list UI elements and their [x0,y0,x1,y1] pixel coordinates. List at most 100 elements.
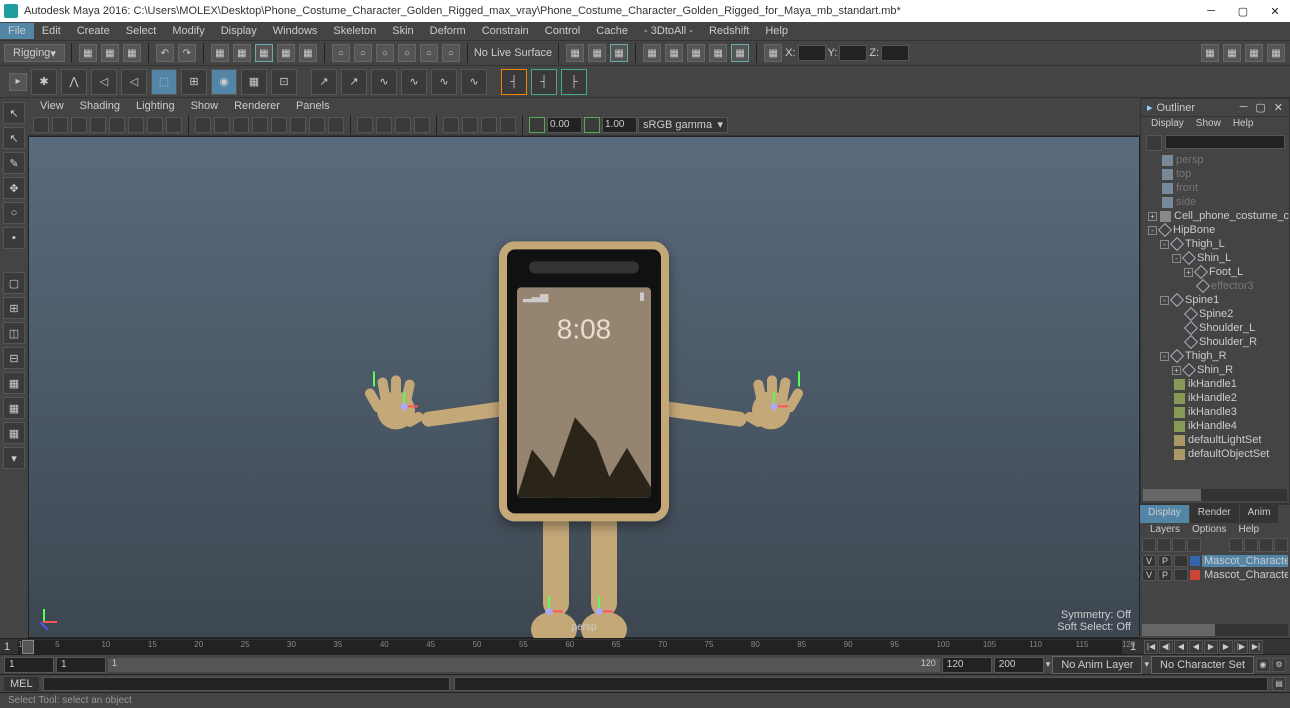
vp-tool-6[interactable] [128,117,144,133]
outliner-item[interactable]: ikHandle2 [1141,391,1289,405]
vp-iso-1[interactable] [443,117,459,133]
shelf-btn-7[interactable]: ◉ [211,69,237,95]
xform-display-button[interactable]: ▦ [764,44,782,62]
vp-tool-1[interactable] [33,117,49,133]
x-input[interactable] [798,45,826,61]
outliner-item[interactable]: front [1141,181,1289,195]
select-tool[interactable]: ↖ [3,102,25,124]
vp-tool-8[interactable] [166,117,182,133]
step-forward-key-button[interactable]: |▶ [1234,640,1248,654]
shelf-btn-3[interactable]: ◁ [91,69,117,95]
layout-two-stack[interactable]: ⊟ [3,347,25,369]
menu-redshift[interactable]: Redshift [701,23,757,39]
outliner-filter-button[interactable] [1146,135,1162,151]
viewport-persp[interactable]: ▂▃▅▮ 8:08 [28,136,1140,638]
menu-deform[interactable]: Deform [422,23,474,39]
time-slider[interactable]: 1 15101520253035404550556065707580859095… [0,638,1290,654]
outliner-minimize[interactable]: ─ [1240,101,1248,114]
construct-history-button-2[interactable]: ▦ [588,44,606,62]
gizmo-foot-l[interactable] [534,596,564,626]
shelf-btn-15[interactable]: ∿ [461,69,487,95]
select-mode-button[interactable]: ▦ [211,44,229,62]
outliner-item[interactable]: -Thigh_R [1141,349,1289,363]
vp-colorspace-dropdown[interactable]: sRGB gamma▾ [638,117,728,133]
snap-button-4[interactable]: ○ [398,44,416,62]
vp-light-4[interactable] [414,117,430,133]
layout-two-side[interactable]: ◫ [3,322,25,344]
shelf-btn-14[interactable]: ∿ [431,69,457,95]
channel-menu-layers[interactable]: Layers [1144,523,1186,538]
outliner-item[interactable]: ikHandle3 [1141,405,1289,419]
outliner-item[interactable]: -Thigh_L [1141,237,1289,251]
vp-shade-8[interactable] [328,117,344,133]
outliner-hscroll[interactable] [1143,489,1287,501]
snap-button-5[interactable]: ○ [420,44,438,62]
prefs-button[interactable]: ⚙ [1272,658,1286,672]
layer-vis-toggle[interactable]: V [1142,569,1156,581]
new-scene-button[interactable]: ▦ [79,44,97,62]
range-out-input[interactable] [942,657,992,673]
outliner-item[interactable]: side [1141,195,1289,209]
outliner-item[interactable]: persp [1141,153,1289,167]
panel-toggle-4[interactable]: ▦ [1267,44,1285,62]
shelf-btn-8[interactable]: ▦ [241,69,267,95]
vp-shade-7[interactable] [309,117,325,133]
redo-button[interactable]: ↷ [178,44,196,62]
shelf-btn-11[interactable]: ↗ [341,69,367,95]
shelf-btn-12[interactable]: ∿ [371,69,397,95]
outliner-item[interactable]: Shoulder_R [1141,335,1289,349]
scale-tool[interactable]: ▪ [3,227,25,249]
outliner-item[interactable]: Spine2 [1141,307,1289,321]
select-mode-button-3[interactable]: ▦ [255,44,273,62]
command-input[interactable] [43,677,451,691]
vp-light-3[interactable] [395,117,411,133]
layer-play-toggle[interactable]: P [1158,569,1172,581]
vp-iso-2[interactable] [462,117,478,133]
outliner-item[interactable]: -Spine1 [1141,293,1289,307]
construct-history-button-3[interactable]: ▦ [610,44,628,62]
vp-menu-panels[interactable]: Panels [288,99,338,113]
outliner-menu-help[interactable]: Help [1227,117,1260,133]
outliner-item[interactable]: +Shin_R [1141,363,1289,377]
goto-start-button[interactable]: |◀ [1144,640,1158,654]
snap-button-2[interactable]: ○ [354,44,372,62]
vp-shade-3[interactable] [233,117,249,133]
goto-end-button[interactable]: ▶| [1249,640,1263,654]
render-button-5[interactable]: ▦ [731,44,749,62]
layer-tool-1[interactable] [1142,538,1156,552]
shelf-btn-2[interactable]: ⋀ [61,69,87,95]
move-tool[interactable]: ✥ [3,177,25,199]
shelf-btn-1[interactable]: ✱ [31,69,57,95]
layer-tool-5[interactable] [1229,538,1243,552]
range-end-input[interactable] [994,657,1044,673]
script-lang-dropdown[interactable]: MEL [4,677,39,691]
layout-three[interactable]: ▦ [3,372,25,394]
layer-tool-7[interactable] [1259,538,1273,552]
paint-tool[interactable]: ✎ [3,152,25,174]
menu-select[interactable]: Select [118,23,165,39]
workspace-dropdown[interactable]: Rigging▾ [4,44,65,62]
vp-tool-5[interactable] [109,117,125,133]
menu-modify[interactable]: Modify [164,23,212,39]
step-back-button[interactable]: ◀ [1174,640,1188,654]
menu-create[interactable]: Create [69,23,118,39]
vp-exposure-input[interactable] [547,117,582,133]
render-button-3[interactable]: ▦ [687,44,705,62]
step-back-key-button[interactable]: ◀| [1159,640,1173,654]
shelf-btn-9[interactable]: ⊡ [271,69,297,95]
menu-cache[interactable]: Cache [588,23,636,39]
play-forward-button[interactable]: ▶ [1204,640,1218,654]
shelf-tab-button[interactable]: ▸ [9,73,27,91]
render-button-1[interactable]: ▦ [643,44,661,62]
outliner-menu-show[interactable]: Show [1190,117,1227,133]
step-forward-button[interactable]: ▶ [1219,640,1233,654]
rotate-tool[interactable]: ○ [3,202,25,224]
vp-menu-view[interactable]: View [32,99,72,113]
menu-skin[interactable]: Skin [384,23,421,39]
select-mode-button-2[interactable]: ▦ [233,44,251,62]
render-button-4[interactable]: ▦ [709,44,727,62]
range-track[interactable]: 1120 [108,658,940,672]
outliner-item[interactable]: +Foot_L [1141,265,1289,279]
channel-tab-display[interactable]: Display [1140,505,1190,523]
layout-custom-1[interactable]: ▦ [3,397,25,419]
